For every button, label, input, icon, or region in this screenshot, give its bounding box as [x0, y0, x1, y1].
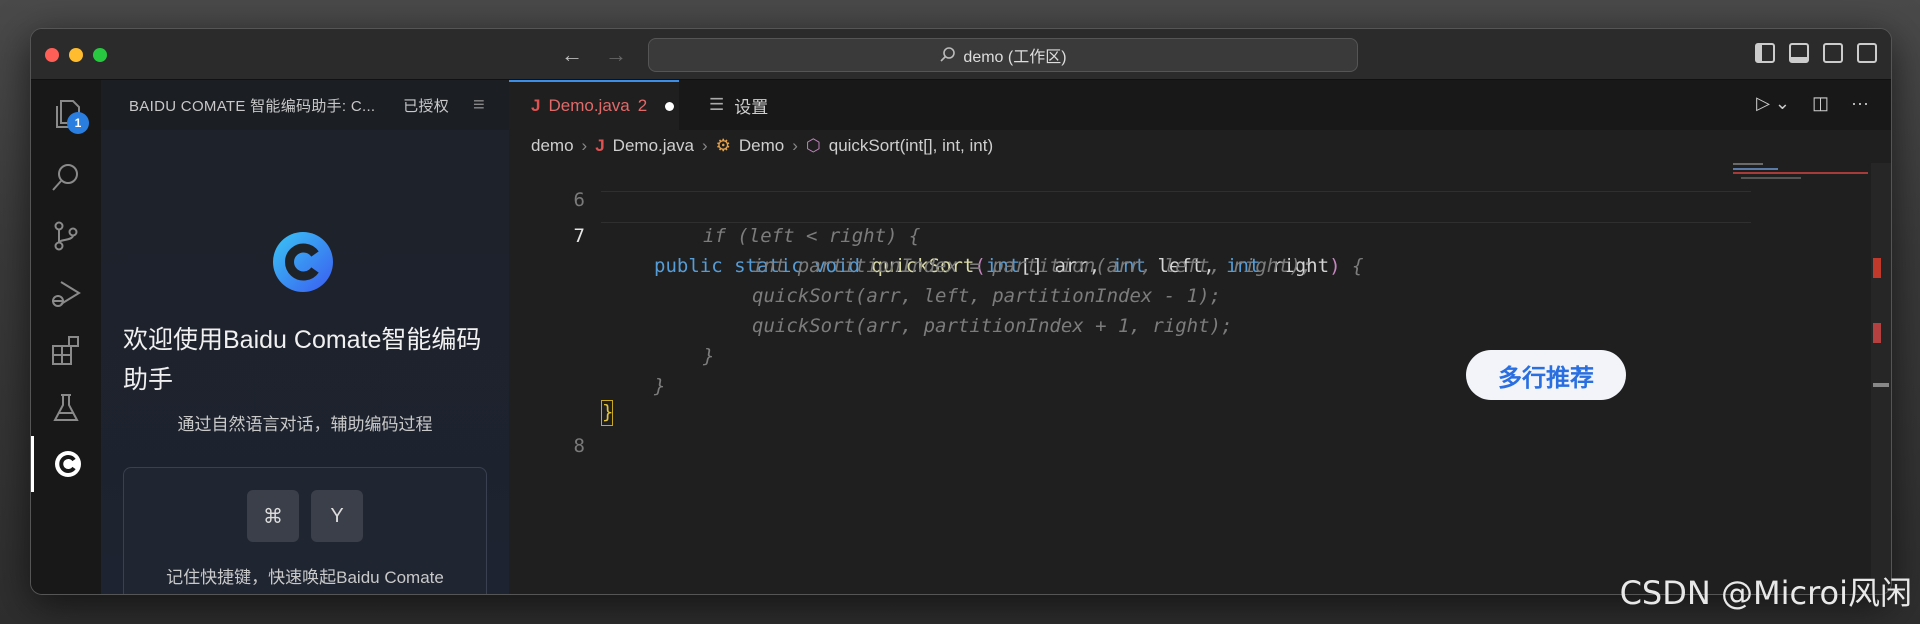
vscode-window: ← → demo (工作区) 1 BAIDU COMATE 智能编码助手: C.…	[30, 28, 1892, 595]
ghost-suggestion-line: }	[654, 375, 666, 397]
chevron-right-icon: ›	[701, 136, 708, 155]
code-editor[interactable]: 6 7 public static void quickSort(int[] a…	[509, 163, 1751, 594]
ghost-line: int partitionIndex = partition(arr, left…	[509, 251, 1751, 281]
comate-icon	[54, 451, 81, 477]
welcome-subtitle: 通过自然语言对话，辅助编码过程	[177, 415, 433, 434]
error-marker	[1873, 258, 1881, 278]
shortcut-keys: ⌘ Y	[124, 490, 486, 542]
line-number: 8	[573, 435, 585, 457]
code-line-7: 7 public static void quickSort(int[] arr…	[509, 191, 1751, 277]
run-debug-icon	[52, 281, 81, 307]
settings-list-icon: ☰	[709, 95, 725, 114]
explorer-badge: 1	[67, 112, 89, 134]
java-file-icon: J	[595, 136, 605, 155]
command-center-search[interactable]: demo (工作区)	[648, 38, 1358, 72]
code-line-6: 6	[509, 155, 1751, 211]
minimize-window-button[interactable]	[69, 48, 83, 62]
ghost-suggestion-line: }	[703, 345, 715, 367]
error-marker	[1873, 323, 1881, 343]
split-editor-icon[interactable]: ◫	[1812, 93, 1829, 114]
editor-scrollbar[interactable]	[1871, 163, 1891, 594]
sidebar-title: BAIDU COMATE 智能编码助手: C...	[129, 97, 376, 115]
ghost-line: quickSort(arr, left, partitionIndex - 1)…	[509, 281, 1751, 311]
class-icon: ⚙	[715, 136, 731, 155]
tab-settings-label: 设置	[734, 97, 769, 117]
method-cube-icon: ⬡	[805, 136, 821, 155]
title-bar: ← → demo (工作区)	[31, 29, 1891, 80]
shortcut-hint: 记住快捷键，快速唤起Baidu Comate	[166, 568, 444, 587]
forward-arrow-icon[interactable]: →	[605, 42, 627, 68]
y-key: Y	[311, 490, 363, 542]
sidebar-header: BAIDU COMATE 智能编码助手: C... 已授权 ≡	[101, 80, 509, 130]
ghost-suggestion-line: if (left < right) {	[703, 225, 921, 247]
unsaved-dot-icon[interactable]	[665, 101, 675, 111]
ghost-line: quickSort(arr, partitionIndex + 1, right…	[509, 311, 1751, 341]
chevron-right-icon: ›	[792, 136, 798, 155]
beaker-icon	[53, 394, 79, 421]
maximize-window-button[interactable]	[93, 48, 107, 62]
cursor-marker	[1873, 383, 1889, 387]
editor-tab-bar: J Demo.java 2 ☰ 设置 ▷ ⌄ ◫ ···	[509, 80, 1891, 130]
search-activity[interactable]	[31, 150, 101, 206]
explorer-activity[interactable]: 1	[31, 86, 101, 142]
search-icon	[940, 47, 956, 62]
window-controls	[45, 48, 107, 62]
matching-brace: }	[601, 400, 613, 426]
toggle-secondary-sidebar-icon[interactable]	[1823, 43, 1843, 63]
comate-sidebar: BAIDU COMATE 智能编码助手: C... 已授权 ≡ 欢迎使用Baid…	[101, 80, 509, 594]
source-control-activity[interactable]	[31, 208, 101, 264]
back-arrow-icon[interactable]: ←	[561, 42, 583, 68]
activity-bar: 1	[31, 80, 101, 594]
command-key: ⌘	[247, 490, 299, 542]
ghost-line: if (left < right) {	[509, 221, 1751, 251]
welcome-title: 欢迎使用Baidu Comate智能编码助手	[123, 326, 482, 394]
extensions-activity[interactable]	[31, 323, 101, 379]
ghost-suggestion-line: quickSort(arr, partitionIndex + 1, right…	[752, 315, 1233, 337]
breadcrumb-class[interactable]: Demo	[739, 136, 784, 156]
comate-activity[interactable]	[31, 436, 101, 492]
breadcrumb-folder[interactable]: demo	[531, 136, 574, 156]
layout-controls	[1755, 43, 1877, 63]
toggle-panel-icon[interactable]	[1789, 43, 1809, 63]
auth-status[interactable]: 已授权	[403, 95, 449, 116]
toggle-primary-sidebar-icon[interactable]	[1755, 43, 1775, 63]
shortcut-card: ⌘ Y 记住快捷键，快速唤起Baidu Comate	[123, 467, 487, 594]
code-line-8: 8	[509, 401, 1751, 457]
extensions-icon	[52, 336, 79, 365]
run-play-icon[interactable]: ▷ ⌄	[1756, 93, 1790, 114]
ghost-suggestion-line: quickSort(arr, left, partitionIndex - 1)…	[752, 285, 1221, 307]
tab-problem-count: 2	[637, 96, 648, 115]
comate-logo-icon	[273, 232, 333, 292]
navigation-arrows: ← →	[561, 42, 627, 68]
tab-demo-java[interactable]: J Demo.java 2	[509, 80, 679, 130]
search-text: demo (工作区)	[963, 49, 1067, 66]
sidebar-menu-icon[interactable]: ≡	[473, 94, 485, 117]
tab-file-name: Demo.java	[548, 96, 630, 115]
editor-area: J Demo.java 2 ☰ 设置 ▷ ⌄ ◫ ··· demo › J De…	[509, 80, 1891, 594]
watermark-text: CSDN @Microi风闲	[1619, 574, 1912, 612]
testing-activity[interactable]	[31, 380, 101, 436]
run-debug-activity[interactable]	[31, 266, 101, 322]
ghost-suggestion-line: int partitionIndex = partition(arr, left…	[752, 255, 1313, 277]
breadcrumb-method[interactable]: quickSort(int[], int, int)	[829, 136, 993, 156]
more-actions-icon[interactable]: ···	[1851, 93, 1869, 114]
close-window-button[interactable]	[45, 48, 59, 62]
tab-settings[interactable]: ☰ 设置	[681, 80, 841, 130]
source-control-icon	[54, 221, 78, 251]
multiline-recommend-badge: 多行推荐	[1466, 350, 1626, 400]
chevron-right-icon: ›	[581, 136, 588, 155]
minimap[interactable]	[1731, 163, 1871, 223]
java-file-icon: J	[531, 96, 541, 115]
customize-layout-icon[interactable]	[1857, 43, 1877, 63]
editor-actions: ▷ ⌄ ◫ ···	[1756, 93, 1869, 114]
breadcrumb-file[interactable]: Demo.java	[613, 136, 694, 156]
search-icon	[52, 164, 78, 191]
